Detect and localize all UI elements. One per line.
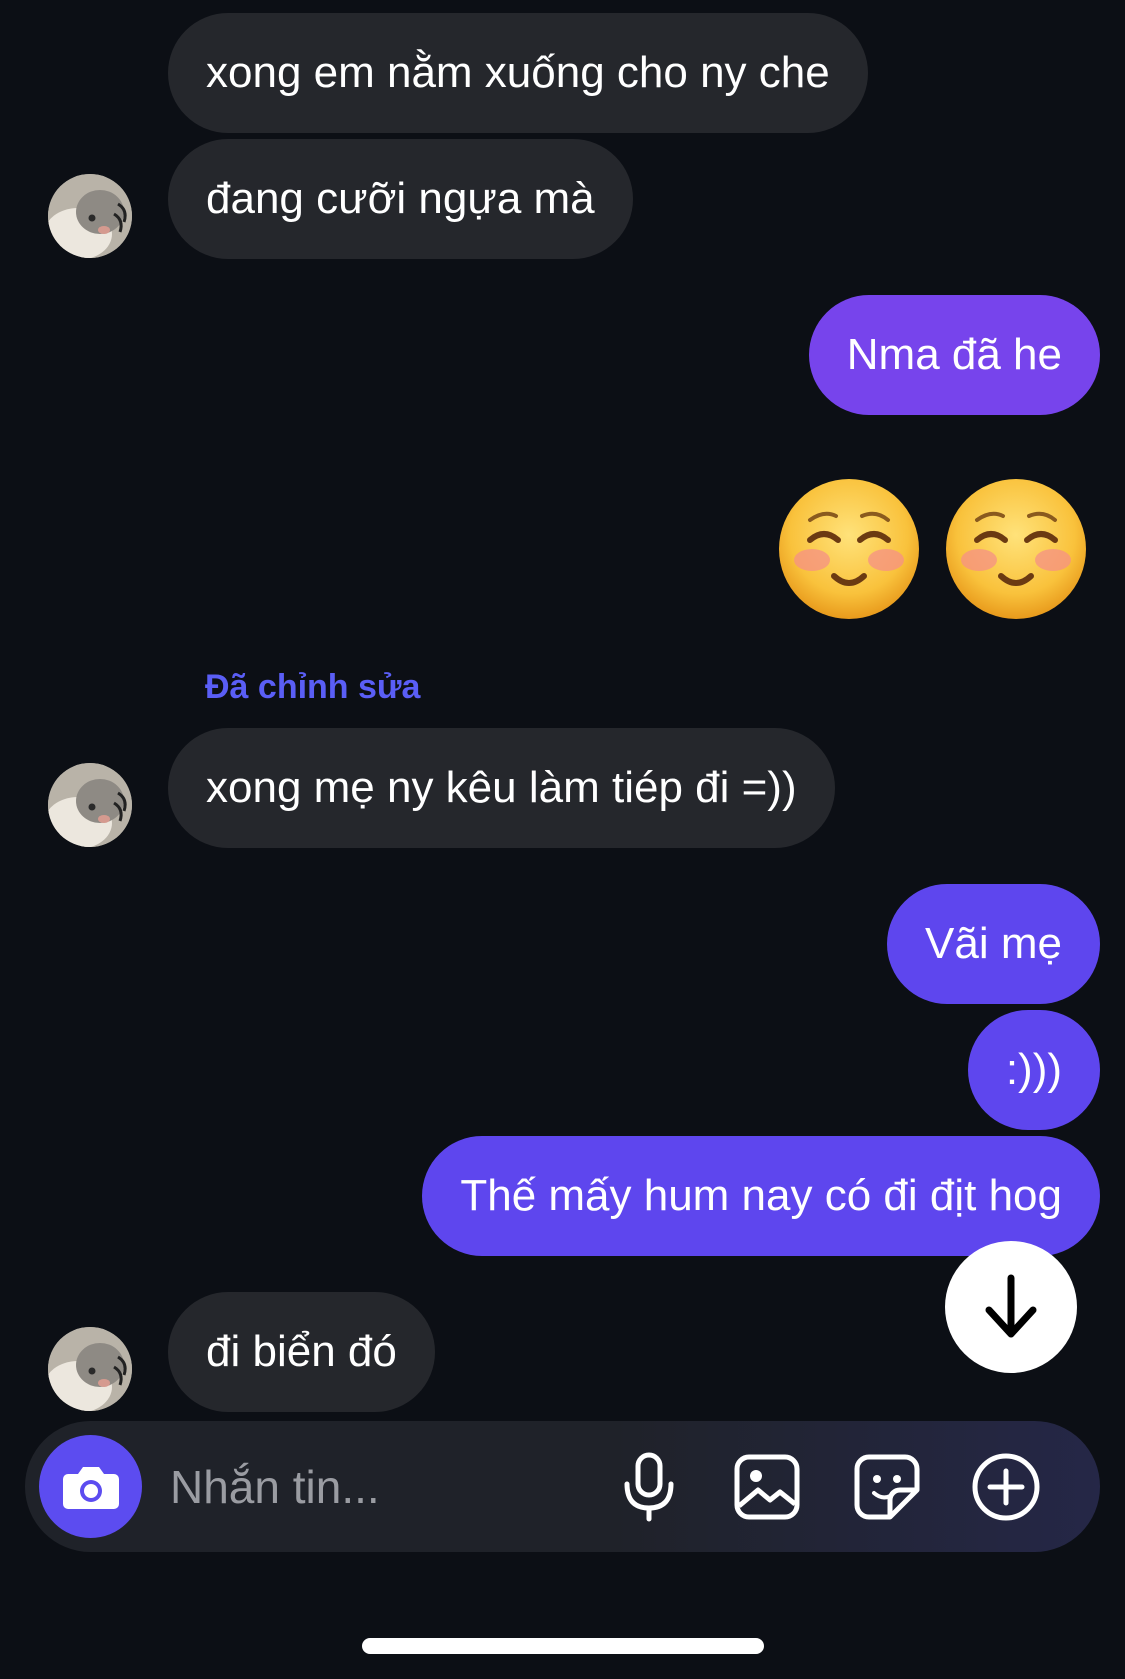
smiling-face-icon[interactable] — [776, 476, 922, 622]
message-text: Vãi mẹ — [925, 919, 1062, 968]
camera-icon — [62, 1466, 119, 1509]
message-bubble-incoming[interactable]: xong mẹ ny kêu làm tiép đi =)) — [168, 728, 835, 848]
message-text: xong mẹ ny kêu làm tiép đi =)) — [206, 763, 797, 812]
message-bubble-incoming[interactable]: xong em nằm xuống cho ny che — [168, 13, 868, 133]
message-text: Nma đã he — [846, 330, 1062, 379]
sticker-icon — [854, 1454, 920, 1520]
cat-avatar-icon — [48, 763, 132, 847]
sticker-button[interactable] — [851, 1451, 923, 1523]
message-text: Thế mấy hum nay có đi địt hog — [460, 1171, 1062, 1220]
chat-screen: xong em nằm xuống cho ny che đang cưỡi n… — [0, 0, 1125, 1679]
message-text: xong em nằm xuống cho ny che — [206, 48, 830, 97]
message-bubble-incoming[interactable]: đang cưỡi ngựa mà — [168, 139, 633, 259]
home-indicator[interactable] — [362, 1638, 764, 1654]
edited-label: Đã chỉnh sửa — [205, 668, 421, 706]
message-bubble-incoming[interactable]: đi biển đó — [168, 1292, 435, 1412]
message-bubble-outgoing[interactable]: :))) — [967, 1010, 1100, 1130]
message-bubble-outgoing[interactable]: Vãi mẹ — [887, 884, 1100, 1004]
contact-avatar[interactable] — [48, 1327, 132, 1411]
message-bubble-outgoing[interactable]: Thế mấy hum nay có đi địt hog — [422, 1136, 1100, 1256]
arrow-down-icon — [985, 1274, 1037, 1338]
message-composer — [25, 1421, 1100, 1552]
message-text: đi biển đó — [206, 1327, 397, 1376]
contact-avatar[interactable] — [48, 763, 132, 847]
microphone-icon — [624, 1452, 674, 1522]
plus-circle-icon — [972, 1453, 1040, 1521]
image-icon — [734, 1454, 800, 1520]
smiling-face-icon[interactable] — [943, 476, 1089, 622]
more-options-button[interactable] — [970, 1451, 1042, 1523]
camera-button[interactable] — [39, 1435, 142, 1538]
message-bubble-outgoing[interactable]: Nma đã he — [808, 295, 1100, 415]
cat-avatar-icon — [48, 1327, 132, 1411]
contact-avatar[interactable] — [48, 174, 132, 258]
scroll-to-bottom-button[interactable] — [945, 1241, 1077, 1373]
cat-avatar-icon — [48, 174, 132, 258]
gallery-button[interactable] — [731, 1451, 803, 1523]
message-text: :))) — [1005, 1045, 1062, 1094]
microphone-button[interactable] — [613, 1451, 685, 1523]
message-text: đang cưỡi ngựa mà — [206, 174, 595, 223]
message-input[interactable] — [170, 1451, 590, 1523]
